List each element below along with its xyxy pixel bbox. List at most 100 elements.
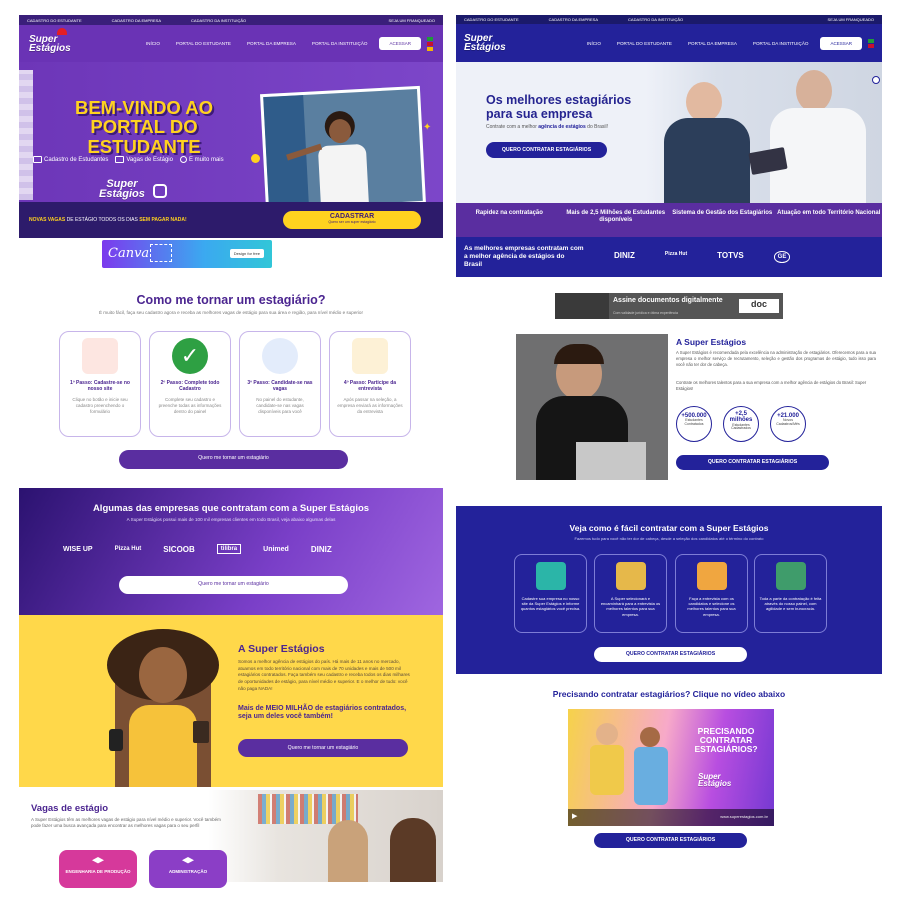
canva-ad-banner[interactable]: Canva Design for free [102,240,272,268]
logo-word-estagios: Estágios [698,779,732,789]
businessman-laptop-photo [516,334,668,480]
checkmark-icon: ✓ [172,338,208,374]
company-portal-screenshot: CADASTRO DO ESTUDANTE CADASTRO DA EMPRES… [456,15,882,277]
nav-company-portal[interactable]: PORTAL DA EMPRESA [247,41,296,46]
partners-text: As melhores empresas contratam com a mel… [464,245,584,268]
step-title: 2º Passo: Complete todo Cadastro [160,380,220,392]
spain-flag-icon[interactable] [427,46,433,51]
hire-interns-button[interactable]: QUERO CONTRATAR ESTAGIÁRIOS [486,142,607,158]
nav-company-portal[interactable]: PORTAL DA EMPRESA [688,41,737,46]
super-estagios-logo[interactable]: Super Estágios [464,34,506,53]
design-frame-icon [150,244,172,262]
how-to-title: Como me tornar um estagiário? [136,293,326,307]
brazil-flag-icon[interactable] [868,38,874,43]
become-intern-button-2[interactable]: Quero me tornar um estagiário [119,576,348,594]
step-card-1: 1º Passo: Cadastre-se no nosso site Cliq… [59,331,141,437]
hiring-card-3: Faça a entrevista com os candidatos e se… [675,554,748,633]
register-label: CADASTRAR [329,213,375,220]
hiring-card-text: Cadastre sua empresa no nosso site da Su… [520,596,581,612]
about-highlight: Mais de MEIO MILHÃO de estagiários contr… [238,705,407,721]
super-estagios-logo[interactable]: Super Estágios [29,34,71,53]
step-title: 4º Passo: Participe da entrevista [343,380,397,392]
stat-label: Novos Cadastros/Mês [776,418,800,426]
step-card-3: 3º Passo: Candidate-se nas vagas No pain… [239,331,321,437]
pizzahut-logo: Pizza Hut [114,546,142,552]
brazil-flag-icon[interactable] [427,36,433,41]
topbar-link-franchise[interactable]: SEJA UM FRANQUEADO [828,17,874,22]
hero-features: Cadastro de Estudantes Vagas de Estágio … [33,156,224,163]
vacancy-label: ADMINISTRAÇÃO [168,869,208,874]
play-icon[interactable]: ▶ [572,812,577,820]
nav-home[interactable]: INÍCIO [146,41,160,46]
company-about-text-2: Contrate os melhores talentos para a sua… [676,380,867,392]
docusign-ad-banner[interactable]: Assine documentos digitalmente Com valid… [555,293,783,319]
canva-wordmark: Canva [108,246,150,261]
become-intern-button[interactable]: Quero me tornar um estagiário [119,450,348,469]
nav-home[interactable]: INÍCIO [587,41,601,46]
company-hero-subtitle: Contrate com a melhor agência de estágio… [486,124,608,130]
topbar-link-company[interactable]: CADASTRO DA EMPRESA [549,17,598,22]
hiring-card-1: Cadastre sua empresa no nosso site da Su… [514,554,587,633]
notebook-paper-decoration [19,70,33,200]
subtitle-bold: agência de estágios [538,124,586,130]
form-icon [82,338,118,374]
vacancy-administration-button[interactable]: ADMINISTRAÇÃO [149,850,227,888]
step-card-4: 4º Passo: Participe da entrevista Após p… [329,331,411,437]
access-button[interactable]: ACESSAR [379,37,421,50]
hiring-card-text: Faça a entrevista com os candidatos e se… [687,596,736,617]
carousel-next-icon[interactable] [872,76,880,84]
nav-student-portal[interactable]: PORTAL DO ESTUDANTE [176,41,231,46]
briefcase-icon [115,156,125,163]
stat-number: +2,5 milhões [729,411,753,424]
access-button[interactable]: ACESSAR [820,36,862,50]
hire-interns-button-4[interactable]: QUERO CONTRATAR ESTAGIÁRIOS [594,833,747,848]
canva-cta-button[interactable]: Design for free [229,249,264,258]
step-card-2: ✓ 2º Passo: Complete todo Cadastro Compl… [149,331,231,437]
usa-flag-icon[interactable] [868,43,874,48]
sparkle-decoration: ✦ [423,122,432,133]
vacancy-engineering-button[interactable]: ENGENHARIA DE PRODUÇÃO [59,850,137,888]
register-button[interactable]: CADASTRAR Quero ser um super estagiário [283,211,421,229]
video-title: Precisando contratar estagiários? Clique… [552,689,786,699]
hire-interns-button-3[interactable]: QUERO CONTRATAR ESTAGIÁRIOS [594,647,747,662]
student-topbar: CADASTRO DO ESTUDANTE CADASTRO DA EMPRES… [19,15,443,25]
step-desc: No painel do estudante, candidate-se nas… [256,397,304,414]
diniz-logo: DINIZ [310,544,332,554]
diniz-logo: DINIZ [614,251,635,260]
santa-hat-icon [57,28,67,35]
student-hero-banner: BEM-VINDO AO PORTAL DO ESTUDANTE Cadastr… [19,62,443,238]
company-logos: WISE UP Pizza Hut SICOOB tilibra Unimed … [63,544,332,554]
hire-interns-button-2[interactable]: QUERO CONTRATAR ESTAGIÁRIOS [676,455,829,470]
nav-student-portal[interactable]: PORTAL DO ESTUDANTE [617,41,672,46]
id-card-icon [33,156,42,163]
become-intern-button-3[interactable]: Quero me tornar um estagiário [238,739,408,757]
unimed-logo: Unimed [263,545,289,553]
partner-strip: As melhores empresas contratam com a mel… [456,237,882,277]
hiring-subtitle: Fazemos tudo para você não ter dor de ca… [574,536,764,541]
ad-title: Assine documentos digitalmente [613,297,723,304]
video-controls[interactable]: ▶ www.superestagios.com.br [568,809,774,826]
stat-label: Estudantes Cadastrados [731,422,751,431]
tagline-text: DE ESTÁGIO TODOS OS DIAS [65,217,140,223]
students-photo [208,790,443,882]
companies-title: Algumas das empresas que contratam com a… [92,503,370,514]
promo-video-player[interactable]: PRECISANDO CONTRATAR ESTAGIÁRIOS? Super … [568,709,774,826]
nav-institution-portal[interactable]: PORTAL DA INSTITUIÇÃO [753,41,809,46]
topbar-link-institution[interactable]: CADASTRO DA INSTITUIÇÃO [628,17,683,22]
usa-flag-icon[interactable] [427,41,433,46]
nav-institution-portal[interactable]: PORTAL DA INSTITUIÇÃO [312,41,368,46]
topbar-link-institution[interactable]: CADASTRO DA INSTITUIÇÃO [191,18,246,23]
benefit-management: Sistema de Gestão dos Estagiários [672,210,773,216]
stat-registered: +2,5 milhões Estudantes Cadastrados [723,406,759,442]
topbar-link-company[interactable]: CADASTRO DA EMPRESA [112,18,161,23]
feature-label: Vagas de Estágio [126,157,173,164]
topbar-link-franchise[interactable]: SEJA UM FRANQUEADO [389,18,435,23]
feature-vacancies: Vagas de Estágio [115,156,173,163]
about-text: Somos a melhor agência de estágios do pa… [238,659,410,691]
contract-icon [775,562,806,590]
topbar-link-student[interactable]: CADASTRO DO ESTUDANTE [464,17,519,22]
smiling-student-photo [107,629,219,787]
tilibra-logo: tilibra [216,544,242,554]
topbar-link-student[interactable]: CADASTRO DO ESTUDANTE [27,18,82,23]
step-title: 3º Passo: Candidate-se nas vagas [247,380,313,392]
